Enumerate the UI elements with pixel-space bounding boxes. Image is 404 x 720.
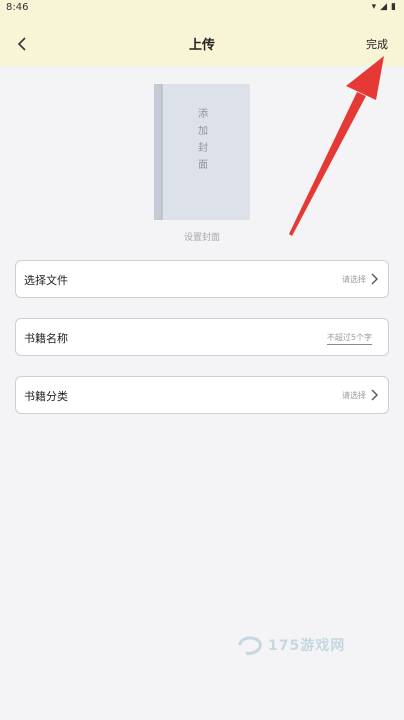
book-name-row[interactable]: 书籍名称 不超过5个字 <box>15 318 389 356</box>
row-value: 请选择 <box>342 275 366 284</box>
signal-icon: ◢ <box>380 2 388 12</box>
chevron-right-icon <box>371 389 378 401</box>
done-button[interactable]: 完成 <box>366 36 388 52</box>
add-cover-button[interactable]: 添 加 封 面 <box>154 84 250 220</box>
status-bar: 8:46 ▾ ◢ ▮ <box>0 0 404 16</box>
watermark-text: 175游戏网 <box>268 638 346 654</box>
status-icons: ▾ ◢ ▮ <box>372 2 396 12</box>
book-category-row[interactable]: 书籍分类 请选择 <box>15 376 389 414</box>
chevron-right-icon <box>371 273 378 285</box>
annotation-arrow-shaft <box>289 92 366 236</box>
page-title: 上传 <box>188 38 215 53</box>
row-label: 选择文件 <box>24 274 68 287</box>
cover-char: 加 <box>198 126 208 137</box>
watermark: 175游戏网 <box>236 628 345 662</box>
row-label: 书籍分类 <box>24 390 68 403</box>
cover-char: 封 <box>198 143 208 154</box>
cover-placeholder-text: 添 加 封 面 <box>196 106 210 174</box>
row-value: 请选择 <box>342 391 366 400</box>
cover-char: 添 <box>198 109 208 120</box>
header-bar: 8:46 ▾ ◢ ▮ 上传 完成 <box>0 0 404 66</box>
select-file-row[interactable]: 选择文件 请选择 <box>15 260 389 298</box>
book-name-input[interactable]: 不超过5个字 <box>326 332 372 345</box>
watermark-logo-icon <box>238 636 262 655</box>
battery-icon: ▮ <box>391 2 396 12</box>
row-label: 书籍名称 <box>24 332 68 345</box>
cover-caption[interactable]: 设置封面 <box>0 230 404 243</box>
cover-spine <box>154 84 163 220</box>
cover-char: 面 <box>198 160 208 171</box>
status-time: 8:46 <box>6 2 29 13</box>
wifi-icon: ▾ <box>371 2 377 12</box>
